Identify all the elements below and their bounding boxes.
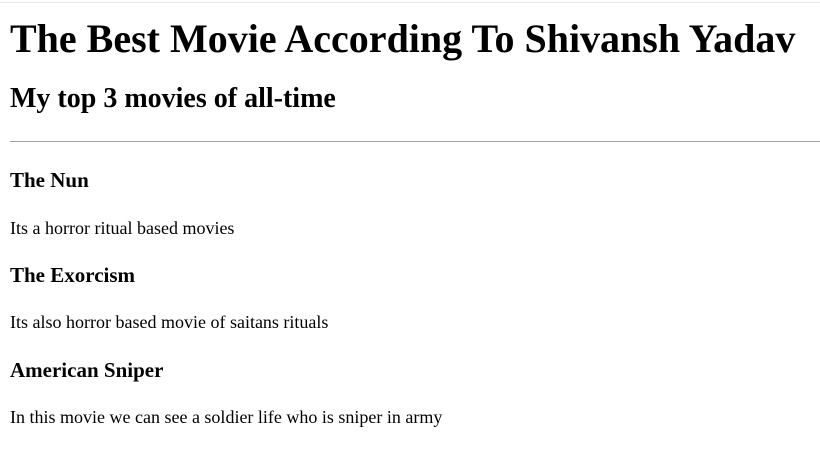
movie-title: American Sniper — [10, 358, 164, 382]
page-content: The Best Movie According To Shivansh Yad… — [0, 0, 820, 428]
movie-list: The Nun Its a horror ritual based movies… — [10, 168, 820, 428]
movie-item: The Nun Its a horror ritual based movies — [10, 168, 820, 239]
movie-description: In this movie we can see a soldier life … — [10, 407, 443, 427]
movie-description: Its a horror ritual based movies — [10, 218, 235, 238]
movie-title: The Exorcism — [10, 263, 136, 287]
movie-description: Its also horror based movie of saitans r… — [10, 312, 329, 332]
page-subtitle: My top 3 movies of all-time — [10, 83, 336, 114]
movie-item: The Exorcism Its also horror based movie… — [10, 263, 820, 333]
movie-item: American Sniper In this movie we can see… — [10, 358, 820, 428]
top-border — [0, 2, 820, 3]
divider — [10, 141, 820, 142]
page-title: The Best Movie According To Shivansh Yad… — [10, 16, 796, 61]
movie-title: The Nun — [10, 168, 89, 192]
